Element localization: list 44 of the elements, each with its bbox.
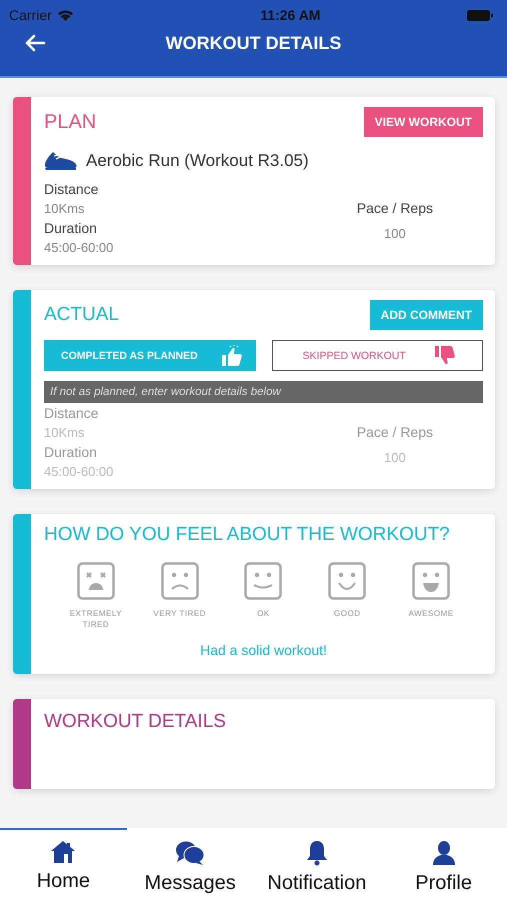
face-icon[interactable]: [160, 562, 199, 600]
card-title: HOW DO YOU FEEL ABOUT THE WORKOUT?: [44, 524, 451, 546]
person-icon: [432, 840, 456, 866]
pace-label: Pace / Reps: [356, 200, 433, 216]
duration-label: Duration: [44, 220, 98, 236]
skipped-button[interactable]: SKIPPED WORKOUT: [272, 340, 483, 371]
bell-icon: [304, 840, 329, 866]
distance-label: Distance: [44, 181, 100, 197]
screen-title: WORKOUT DETAILS: [166, 32, 342, 54]
mood-label: GOOD: [334, 608, 360, 620]
view-workout-button[interactable]: VIEW WORKOUT: [364, 107, 483, 137]
duration-label: Duration: [44, 444, 98, 460]
distance-value: 10Kms: [44, 201, 86, 216]
back-button[interactable]: [24, 34, 46, 52]
mood-label: EXTREMELY TIRED: [68, 608, 124, 630]
feeling-comment: Had a solid workout!: [200, 642, 327, 658]
home-icon: [50, 840, 76, 864]
battery-icon: [467, 10, 493, 20]
mood-label: OK: [257, 608, 270, 620]
distance-value: 10Kms: [44, 425, 86, 440]
mood-label: VERY TIRED: [153, 608, 206, 620]
face-icon[interactable]: [328, 562, 366, 600]
chat-bubbles-icon: [175, 840, 206, 866]
pace-label: Pace / Reps: [356, 424, 433, 440]
card-title: PLAN: [44, 110, 96, 134]
workout-name: Aerobic Run (Workout R3.05): [86, 151, 309, 171]
card-title: WORKOUT DETAILS: [44, 711, 226, 734]
thumbs-down-icon: [434, 344, 456, 366]
face-icon[interactable]: [412, 562, 450, 600]
pace-value: 100: [384, 450, 406, 464]
pace-value: 100: [384, 226, 406, 240]
duration-value: 45:00-60:00: [44, 464, 114, 479]
hint-bar: If not as planned, enter workout details below: [44, 381, 483, 403]
duration-value: 45:00-60:00: [44, 240, 114, 255]
clock-time: 11:26 AM: [260, 7, 320, 23]
thumbs-up-icon: [220, 344, 242, 366]
face-icon[interactable]: [76, 562, 115, 600]
card-title: ACTUAL: [44, 304, 119, 326]
face-icon[interactable]: [244, 562, 282, 600]
carrier-label: Carrier: [9, 7, 52, 23]
mood-label: AWESOME: [408, 608, 454, 620]
wifi-icon: [56, 9, 74, 21]
shoe-icon: [44, 151, 78, 171]
distance-label: Distance: [44, 405, 100, 421]
